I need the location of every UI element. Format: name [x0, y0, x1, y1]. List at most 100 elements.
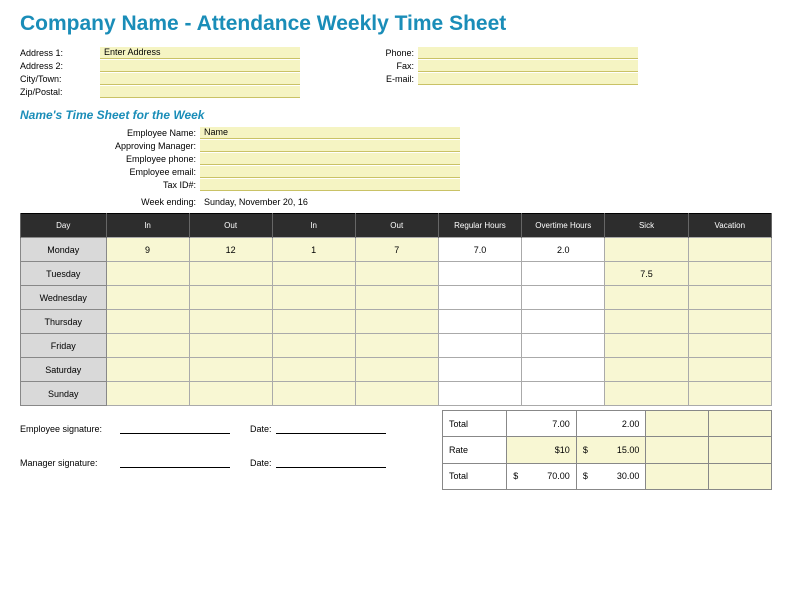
cell[interactable]: 7 [355, 238, 438, 262]
week-ending-label: Week ending: [20, 197, 200, 207]
cell[interactable] [189, 310, 272, 334]
address1-input[interactable]: Enter Address [100, 47, 300, 59]
reg-rate[interactable]: $10 [507, 437, 577, 463]
subtitle: Name's Time Sheet for the Week [20, 108, 772, 122]
cell[interactable] [605, 310, 688, 334]
grand-total-label: Total [443, 463, 507, 489]
ot-rate[interactable]: $15.00 [576, 437, 646, 463]
cell [522, 262, 605, 286]
header-vac: Vacation [688, 214, 771, 238]
cell[interactable] [355, 310, 438, 334]
cell [438, 334, 521, 358]
emp-name-label: Employee Name: [20, 128, 200, 138]
cell[interactable] [605, 238, 688, 262]
cell: 2.0 [522, 238, 605, 262]
cell[interactable] [688, 382, 771, 406]
cell[interactable] [355, 358, 438, 382]
emp-email-input[interactable] [200, 166, 460, 178]
cell[interactable] [605, 382, 688, 406]
cell[interactable]: 9 [106, 238, 189, 262]
cell[interactable] [189, 286, 272, 310]
cell[interactable] [605, 334, 688, 358]
table-row: Sunday [21, 382, 772, 406]
fax-input[interactable] [418, 60, 638, 72]
tax-label: Tax ID#: [20, 180, 200, 190]
cell[interactable] [106, 262, 189, 286]
cell: Wednesday [21, 286, 107, 310]
mgr-input[interactable] [200, 140, 460, 152]
cell[interactable] [688, 334, 771, 358]
cell[interactable] [272, 358, 355, 382]
zip-input[interactable] [100, 86, 300, 98]
cell[interactable] [355, 286, 438, 310]
cell[interactable] [272, 286, 355, 310]
city-input[interactable] [100, 73, 300, 85]
mgr-date-label: Date: [250, 458, 272, 468]
cell[interactable] [106, 358, 189, 382]
header-reg: Regular Hours [438, 214, 521, 238]
cell [522, 310, 605, 334]
city-label: City/Town: [20, 74, 100, 84]
cell[interactable] [106, 310, 189, 334]
cell[interactable] [605, 358, 688, 382]
cell: Tuesday [21, 262, 107, 286]
cell[interactable] [688, 238, 771, 262]
cell[interactable] [106, 334, 189, 358]
cell [522, 382, 605, 406]
cell: 7.0 [438, 238, 521, 262]
cell[interactable] [688, 286, 771, 310]
cell[interactable]: 7.5 [605, 262, 688, 286]
cell[interactable] [355, 262, 438, 286]
emp-phone-input[interactable] [200, 153, 460, 165]
cell[interactable] [272, 334, 355, 358]
table-row: Friday [21, 334, 772, 358]
cell[interactable] [189, 382, 272, 406]
cell [438, 358, 521, 382]
mgr-sig-line[interactable] [120, 456, 230, 468]
emp-date-line[interactable] [276, 422, 386, 434]
cell[interactable] [189, 262, 272, 286]
cell[interactable] [272, 262, 355, 286]
cell[interactable] [106, 382, 189, 406]
cell[interactable] [355, 334, 438, 358]
header-day: Day [21, 214, 107, 238]
cell: Sunday [21, 382, 107, 406]
cell [522, 286, 605, 310]
header-in2: In [272, 214, 355, 238]
table-row: Saturday [21, 358, 772, 382]
ot-grand-total: $30.00 [576, 463, 646, 489]
emp-name-input[interactable]: Name [200, 127, 460, 139]
cell[interactable] [189, 334, 272, 358]
table-row: Monday912177.02.0 [21, 238, 772, 262]
cell[interactable] [688, 310, 771, 334]
tax-input[interactable] [200, 179, 460, 191]
address2-input[interactable] [100, 60, 300, 72]
email-label: E-mail: [360, 74, 418, 84]
email-input[interactable] [418, 73, 638, 85]
zip-label: Zip/Postal: [20, 87, 100, 97]
total-reg-hours: 7.00 [507, 411, 577, 437]
cell[interactable] [272, 310, 355, 334]
empty [646, 411, 709, 437]
cell[interactable]: 1 [272, 238, 355, 262]
week-ending-value: Sunday, November 20, 16 [200, 197, 308, 207]
emp-sig-line[interactable] [120, 422, 230, 434]
rate-label: Rate [443, 437, 507, 463]
table-row: Tuesday 7.5 [21, 262, 772, 286]
cell[interactable] [106, 286, 189, 310]
cell[interactable] [189, 358, 272, 382]
cell[interactable] [355, 382, 438, 406]
phone-input[interactable] [418, 47, 638, 59]
mgr-date-line[interactable] [276, 456, 386, 468]
cell[interactable] [272, 382, 355, 406]
cell: Thursday [21, 310, 107, 334]
fax-label: Fax: [360, 61, 418, 71]
mgr-label: Approving Manager: [20, 141, 200, 151]
cell[interactable] [605, 286, 688, 310]
cell [522, 334, 605, 358]
cell[interactable]: 12 [189, 238, 272, 262]
cell[interactable] [688, 262, 771, 286]
emp-sig-label: Employee signature: [20, 424, 120, 434]
phone-label: Phone: [360, 48, 418, 58]
cell[interactable] [688, 358, 771, 382]
